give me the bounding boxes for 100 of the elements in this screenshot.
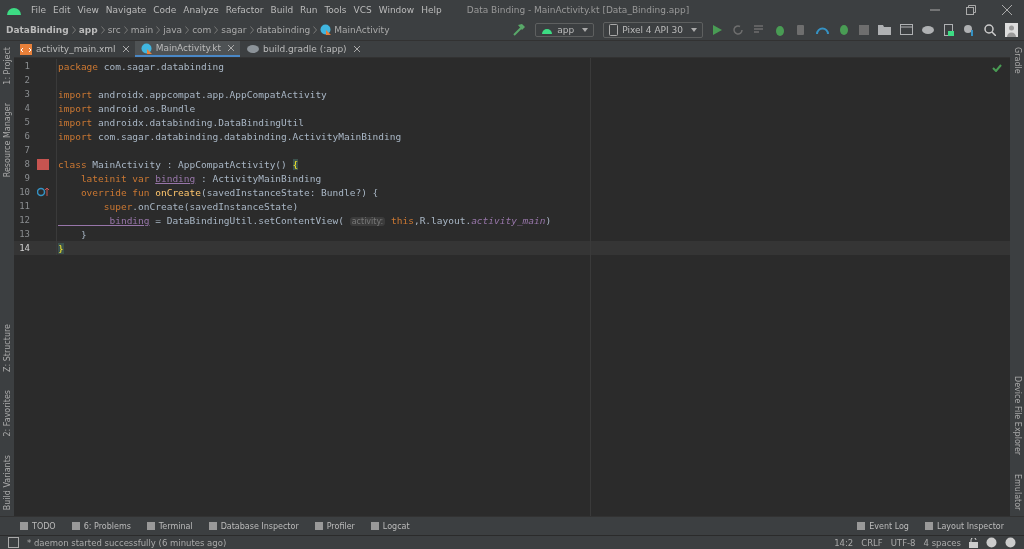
tool-window-button[interactable]: Logcat (370, 521, 410, 531)
layout-file-icon[interactable] (37, 158, 49, 170)
code-keyword: super (102, 200, 133, 212)
lock-icon[interactable] (969, 537, 978, 548)
restore-icon[interactable] (966, 4, 976, 15)
run-icon[interactable] (712, 23, 723, 36)
editor-tab[interactable]: activity_main.xml (14, 41, 135, 57)
code-text: = DataBindingUtil.setContentView( (154, 214, 345, 226)
indent-setting[interactable]: 4 spaces (923, 537, 961, 548)
breadcrumb[interactable]: app (78, 24, 98, 35)
editor-tab[interactable]: MainActivity.kt (134, 41, 241, 57)
tool-window-button[interactable]: Z: Structure (2, 324, 12, 373)
line-number: 3 (23, 89, 30, 99)
menu-item[interactable]: Analyze (183, 4, 219, 15)
phone-icon (609, 23, 619, 36)
panel-icon[interactable] (8, 537, 19, 548)
phone-icon[interactable] (944, 23, 954, 36)
code-keyword: class (58, 158, 88, 170)
code-text: androidx.databinding.DataBindingUtil (97, 116, 304, 128)
status-message: * daemon started successfully (6 minutes ago) (27, 537, 228, 548)
user-icon[interactable] (1005, 22, 1018, 37)
tool-window-button[interactable]: Device File Explorer (1012, 376, 1022, 456)
code-keyword: this (390, 214, 414, 226)
code-text: .onCreate(savedInstanceState) (132, 200, 299, 212)
tool-window-button[interactable]: Terminal (146, 521, 193, 531)
tool-window-button[interactable]: Database Inspector (208, 521, 299, 531)
chevron-icon (71, 25, 76, 34)
code-field: activity_main (471, 214, 546, 226)
breadcrumb[interactable]: com (192, 24, 212, 35)
close-icon[interactable] (122, 46, 129, 52)
breadcrumb[interactable]: java (163, 24, 183, 35)
file-encoding[interactable]: UTF-8 (890, 537, 916, 548)
menu-item[interactable]: File (31, 4, 47, 15)
code-function: onCreate (155, 186, 201, 198)
tool-window-button[interactable]: TODO (20, 521, 56, 531)
code-text: com.sagar.databinding (102, 60, 224, 72)
tool-window-button[interactable]: Emulator (1012, 473, 1022, 510)
menu-item[interactable]: Window (378, 4, 415, 15)
caret-position[interactable]: 14:2 (834, 537, 854, 548)
tool-window-button[interactable]: Layout Inspector (924, 521, 1004, 531)
menu-item[interactable]: VCS (353, 4, 372, 15)
close-icon[interactable] (353, 46, 360, 52)
breadcrumb[interactable]: main (130, 24, 154, 35)
tool-window-button[interactable]: Event Log (857, 521, 909, 531)
menu-item[interactable]: Code (153, 4, 177, 15)
breadcrumb[interactable]: DataBinding (6, 24, 69, 35)
kotlin-class-icon (320, 24, 332, 35)
device-dropdown[interactable]: Pixel 4 API 30 (603, 21, 703, 38)
caret-icon (691, 27, 697, 32)
line-number: 11 (18, 201, 30, 211)
chevron-icon (100, 25, 105, 34)
menu-item[interactable]: Run (300, 4, 318, 15)
checkmark-icon (992, 64, 1002, 72)
xml-file-icon (20, 43, 32, 55)
code-keyword: import (58, 88, 93, 100)
tool-window-button[interactable]: Build Variants (2, 454, 12, 510)
override-icon[interactable] (37, 187, 49, 197)
code-brace: } (58, 242, 64, 254)
line-number: 12 (18, 215, 30, 225)
breadcrumb[interactable]: MainActivity (334, 24, 390, 35)
close-icon[interactable] (228, 45, 235, 51)
tool-window-button[interactable]: 6: Problems (71, 521, 131, 531)
tool-window-button[interactable]: Resource Manager (2, 102, 12, 177)
line-separator[interactable]: CRLF (861, 537, 883, 548)
menu-item[interactable]: Edit (53, 4, 71, 15)
code-keyword: override fun (79, 186, 151, 198)
breadcrumb[interactable]: src (107, 24, 121, 35)
line-number: 7 (23, 145, 30, 155)
line-number: 9 (23, 173, 30, 183)
chevron-icon (214, 25, 219, 34)
tool-window-button[interactable]: Gradle (1012, 47, 1022, 74)
kotlin-class-icon (140, 42, 152, 54)
chevron-icon (185, 25, 190, 34)
menu-item[interactable]: Help (421, 4, 442, 15)
tool-window-button[interactable]: 2: Favorites (2, 390, 12, 437)
menu-item[interactable]: Tools (324, 4, 347, 15)
editor-tab[interactable]: build.gradle (:app) (240, 41, 366, 57)
line-number: 6 (23, 131, 30, 141)
close-icon[interactable] (1002, 4, 1012, 15)
window-icon[interactable] (900, 24, 913, 35)
tool-window-icon (370, 522, 379, 530)
tool-window-icon (314, 522, 323, 530)
module-dropdown[interactable]: app (535, 22, 595, 37)
folder-icon[interactable] (878, 24, 891, 35)
hammer-icon[interactable] (513, 23, 527, 36)
code-text: ,R.layout. (413, 214, 472, 226)
caret-icon (582, 27, 589, 32)
breadcrumb[interactable]: databinding (256, 24, 311, 35)
menu-item[interactable]: Refactor (225, 4, 264, 15)
tool-window-icon (146, 522, 155, 530)
breadcrumb[interactable]: sagar (221, 24, 247, 35)
code-property: binding (155, 172, 196, 184)
tool-window-icon (20, 522, 28, 530)
menu-item[interactable]: Navigate (105, 4, 147, 15)
code-text: MainActivity : AppCompatActivity() (92, 158, 288, 170)
tool-window-button[interactable]: Profiler (314, 521, 355, 531)
tool-window-button[interactable]: 1: Project (2, 47, 12, 85)
menu-item[interactable]: Build (270, 4, 294, 15)
search-icon[interactable] (984, 23, 996, 36)
menu-item[interactable]: View (77, 4, 99, 15)
